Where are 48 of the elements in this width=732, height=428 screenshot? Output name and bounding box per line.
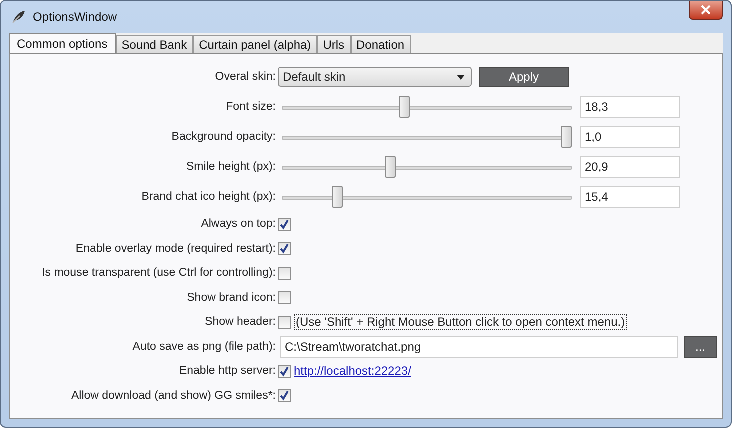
- feather-icon: [11, 9, 27, 25]
- checkbox[interactable]: [278, 291, 291, 304]
- checkbox[interactable]: [278, 242, 291, 256]
- tab[interactable]: Urls: [317, 35, 351, 53]
- close-icon: [701, 5, 711, 15]
- option-label: Auto save as png (file path):: [132, 340, 277, 355]
- option-label: Allow download (and show) GG smiles*:: [70, 388, 277, 404]
- apply-button[interactable]: Apply: [479, 67, 569, 87]
- window-title: OptionsWindow: [33, 10, 118, 24]
- checkbox[interactable]: [278, 389, 291, 402]
- checkbox[interactable]: [278, 266, 291, 280]
- skin-dropdown[interactable]: Default skin: [278, 67, 472, 87]
- option-label: Enable http server:: [178, 364, 277, 380]
- tab[interactable]: Common options: [9, 33, 116, 53]
- option-label: Always on top:: [200, 217, 277, 232]
- slider-thumb[interactable]: [561, 126, 572, 148]
- option-label: Show brand icon:: [186, 290, 277, 306]
- slider[interactable]: [282, 156, 572, 178]
- path-field[interactable]: C:\Stream\tworatchat.png: [280, 336, 678, 358]
- option-label: Show header:: [204, 315, 277, 330]
- option-label: Overal skin:: [214, 70, 277, 85]
- value-field[interactable]: 18,3: [580, 96, 680, 118]
- tab[interactable]: Donation: [350, 35, 411, 53]
- value-field[interactable]: 20,9: [580, 156, 680, 178]
- slider[interactable]: [282, 126, 572, 148]
- slider[interactable]: [282, 96, 572, 118]
- server-link[interactable]: http://localhost:22223/: [294, 364, 412, 378]
- value-field[interactable]: 1,0: [580, 126, 680, 148]
- option-label: Brand chat ico height (px):: [140, 190, 277, 205]
- caret-icon: [457, 74, 465, 80]
- slider-thumb[interactable]: [332, 186, 344, 208]
- option-label: Is mouse transparent (use Ctrl for controlling):: [41, 266, 277, 282]
- option-label: Background opacity:: [170, 130, 277, 145]
- tab[interactable]: Curtain panel (alpha): [193, 35, 318, 53]
- slider[interactable]: [282, 186, 572, 208]
- hint-text: (Use 'Shift' + Right Mouse Button click to open context menu.): [294, 314, 628, 330]
- slider-thumb[interactable]: [385, 156, 396, 178]
- option-label: Enable overlay mode (required restart):: [74, 242, 277, 257]
- close-button[interactable]: [689, 1, 723, 20]
- browse-button[interactable]: ...: [684, 336, 717, 358]
- option-label: Font size:: [225, 100, 277, 115]
- option-label: Smile height (px):: [186, 160, 277, 175]
- value-field[interactable]: 15,4: [580, 186, 680, 208]
- checkbox[interactable]: [278, 316, 291, 329]
- checkbox[interactable]: [278, 218, 291, 231]
- tab[interactable]: Sound Bank: [116, 35, 194, 53]
- slider-thumb[interactable]: [399, 96, 410, 118]
- checkbox[interactable]: [278, 364, 291, 378]
